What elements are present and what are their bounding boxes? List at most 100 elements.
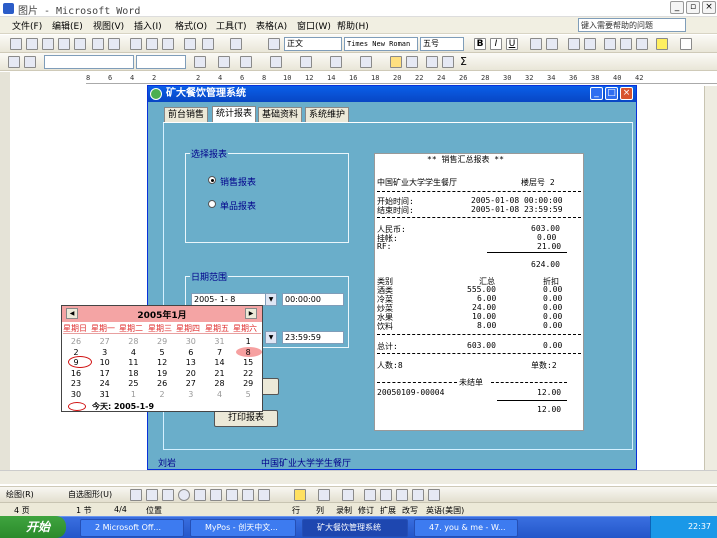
calendar-day[interactable]: 14: [209, 358, 231, 367]
merge-cells-icon[interactable]: [300, 56, 312, 68]
blank-combo-1[interactable]: [44, 55, 134, 69]
style-combo[interactable]: 正文: [284, 37, 342, 51]
calendar-day[interactable]: 16: [65, 369, 87, 378]
menu-edit[interactable]: 编辑(E): [52, 19, 83, 32]
border-icon[interactable]: [218, 56, 230, 68]
align-center-icon[interactable]: [584, 38, 596, 50]
picture-icon[interactable]: [258, 489, 270, 501]
wordart-icon[interactable]: [210, 489, 222, 501]
drawing-menu[interactable]: 绘图(R): [6, 489, 34, 500]
calendar-day[interactable]: 31: [94, 390, 116, 399]
spelling-icon[interactable]: [108, 38, 120, 50]
calendar-day[interactable]: 10: [94, 358, 116, 367]
tab-front-sales[interactable]: 前台销售: [164, 107, 209, 122]
paste-icon[interactable]: [162, 38, 174, 50]
sum-icon[interactable]: Σ: [460, 55, 467, 68]
calendar-day[interactable]: 22: [237, 369, 259, 378]
prev-month-icon[interactable]: ◀: [66, 308, 78, 319]
restore-icon[interactable]: ▫: [686, 1, 700, 14]
table-autoformat-icon[interactable]: [390, 56, 402, 68]
calendar-day[interactable]: 5: [151, 348, 173, 357]
align-cell-icon[interactable]: [360, 56, 372, 68]
calendar-day[interactable]: 21: [209, 369, 231, 378]
radio-item-report[interactable]: [208, 200, 216, 208]
calendar-day[interactable]: 7: [209, 348, 231, 357]
help-search-input[interactable]: 键入需要帮助的问题: [578, 18, 686, 32]
task-office[interactable]: 2 Microsoft Off...: [80, 519, 184, 537]
task-app[interactable]: 矿大餐饮管理系统: [302, 519, 408, 537]
calendar-day[interactable]: 30: [180, 337, 202, 346]
calendar-day[interactable]: 1: [122, 390, 144, 399]
font-color-icon[interactable]: [680, 38, 692, 50]
sort-icon[interactable]: [426, 56, 438, 68]
fill-color-icon[interactable]: [294, 489, 306, 501]
permission-icon[interactable]: [58, 38, 70, 50]
open-icon[interactable]: [26, 38, 38, 50]
tab-basic-data[interactable]: 基础资料: [258, 107, 303, 122]
calendar-day[interactable]: 17: [94, 369, 116, 378]
calendar-day[interactable]: 20: [180, 369, 202, 378]
radio-sales-report[interactable]: [208, 176, 216, 184]
bullets-icon[interactable]: [620, 38, 632, 50]
undo-icon[interactable]: [202, 38, 214, 50]
calendar-day[interactable]: 18: [122, 369, 144, 378]
menu-file[interactable]: 文件(F): [12, 19, 42, 32]
calendar-day[interactable]: 23: [65, 379, 87, 388]
tab-system[interactable]: 系统维护: [305, 107, 350, 122]
char-border-icon[interactable]: [530, 38, 542, 50]
draw-table-icon[interactable]: [24, 56, 36, 68]
diagram-icon[interactable]: [226, 489, 238, 501]
start-button[interactable]: 开始: [0, 516, 66, 538]
calendar-day[interactable]: 3: [180, 390, 202, 399]
task-mypos[interactable]: MyPos - 创天中文...: [190, 519, 296, 537]
calendar-day[interactable]: 3: [94, 348, 116, 357]
calendar-day[interactable]: 11: [122, 358, 144, 367]
chevron-down-icon[interactable]: ▼: [265, 294, 276, 305]
bold-icon[interactable]: B: [474, 38, 486, 50]
text-color-icon[interactable]: [342, 489, 354, 501]
menu-help[interactable]: 帮助(H): [337, 19, 369, 32]
next-month-icon[interactable]: ▶: [245, 308, 257, 319]
calendar-day[interactable]: 28: [209, 379, 231, 388]
calendar-day[interactable]: 6: [180, 348, 202, 357]
rectangle-icon[interactable]: [162, 489, 174, 501]
calendar-day[interactable]: 1: [237, 337, 259, 346]
calendar-day[interactable]: 27: [94, 337, 116, 346]
calendar-day[interactable]: 13: [180, 358, 202, 367]
calendar-day[interactable]: 27: [180, 379, 202, 388]
styles-icon[interactable]: [268, 38, 280, 50]
copy-icon[interactable]: [146, 38, 158, 50]
blank-combo-2[interactable]: [136, 55, 186, 69]
calendar-day[interactable]: 19: [151, 369, 173, 378]
horizontal-scrollbar[interactable]: [0, 470, 717, 484]
font-combo[interactable]: Times New Roman: [344, 37, 418, 51]
status-ext[interactable]: 扩展: [380, 505, 396, 516]
today-link[interactable]: 今天: 2005-1-9: [92, 401, 154, 412]
textbox-icon[interactable]: [194, 489, 206, 501]
arrow-icon[interactable]: [146, 489, 158, 501]
italic-icon[interactable]: I: [490, 38, 502, 50]
menu-view[interactable]: 视图(V): [93, 19, 124, 32]
minimize-icon[interactable]: _: [670, 1, 684, 14]
cut-icon[interactable]: [130, 38, 142, 50]
status-ovr[interactable]: 改写: [402, 505, 418, 516]
app-minimize-icon[interactable]: _: [590, 87, 603, 100]
app-close-icon[interactable]: ×: [620, 87, 633, 100]
calendar-day[interactable]: 26: [151, 379, 173, 388]
hyperlink-icon[interactable]: [230, 38, 242, 50]
label-item-report[interactable]: 单品报表: [220, 199, 256, 212]
calendar-day[interactable]: 4: [122, 348, 144, 357]
calendar-day[interactable]: 15: [237, 358, 259, 367]
autoshapes-menu[interactable]: 自选图形(U): [68, 489, 112, 500]
chevron-down-icon[interactable]: ▼: [265, 332, 276, 343]
shading-icon[interactable]: [240, 56, 252, 68]
shadow-icon[interactable]: [412, 489, 424, 501]
calendar-day[interactable]: 30: [65, 390, 87, 399]
print-report-button[interactable]: 打印报表: [214, 410, 278, 427]
status-rec[interactable]: 录制: [336, 505, 352, 516]
distribute-rows-icon[interactable]: [406, 56, 418, 68]
pen-color-icon[interactable]: [194, 56, 206, 68]
save-icon[interactable]: [42, 38, 54, 50]
menu-format[interactable]: 格式(O): [175, 19, 207, 32]
calendar-day[interactable]: 5: [237, 390, 259, 399]
